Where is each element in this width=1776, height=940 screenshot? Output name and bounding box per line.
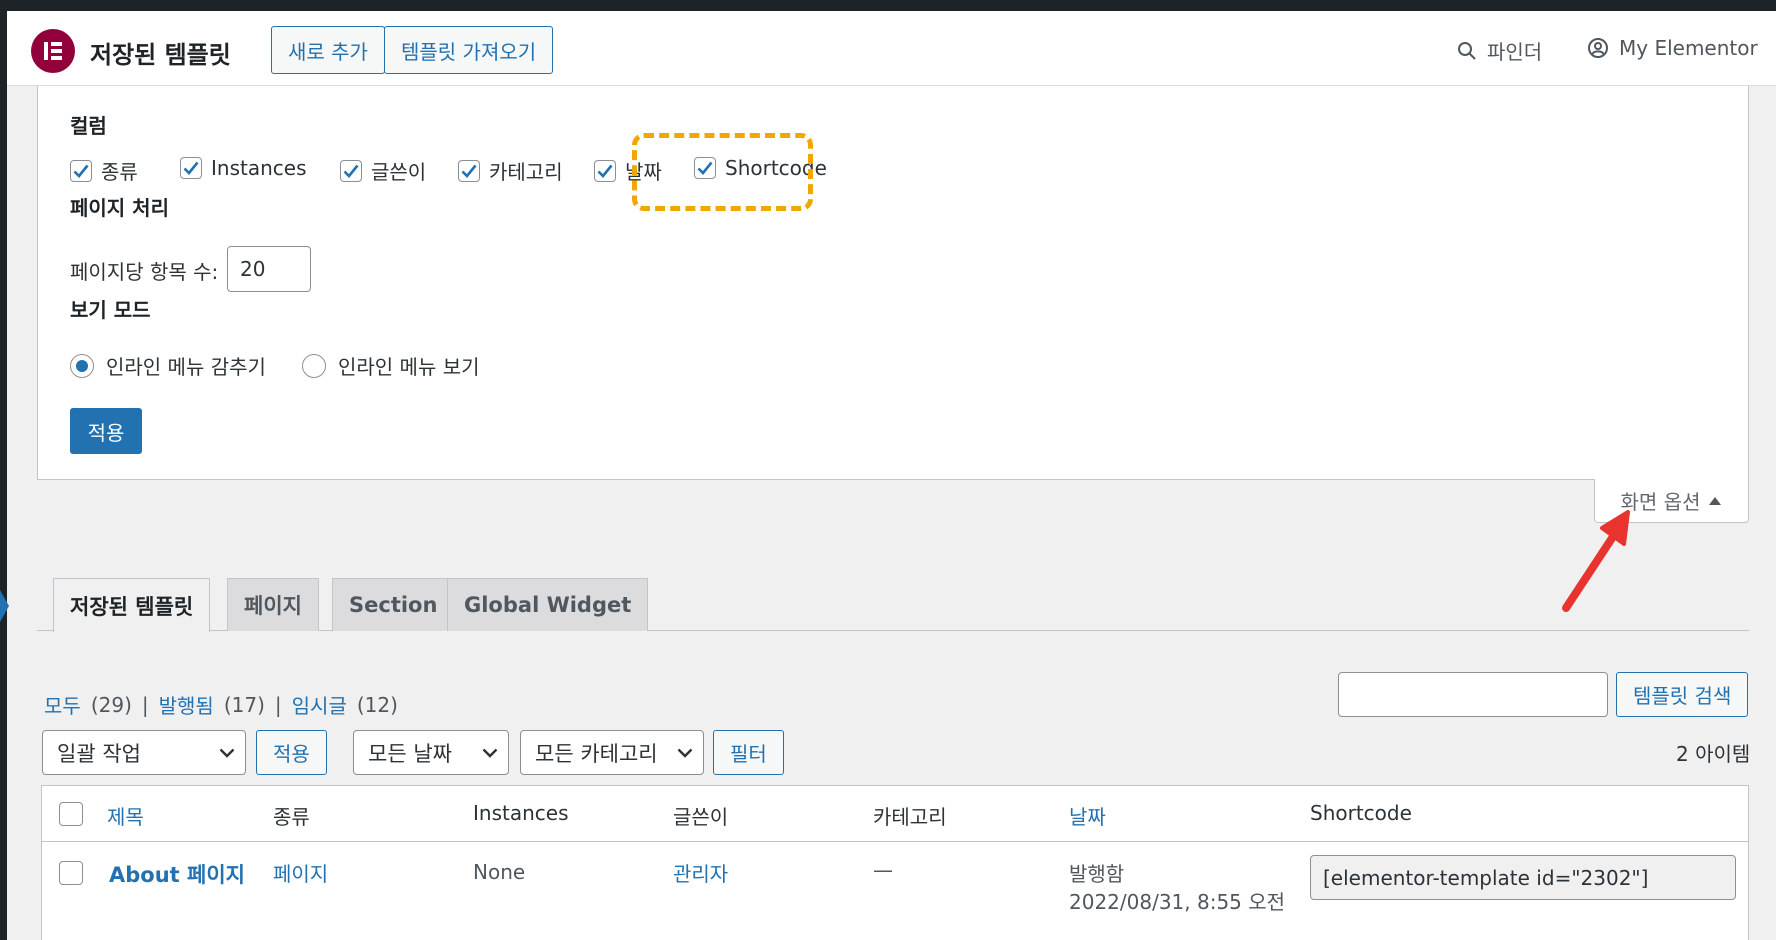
checkbox[interactable] <box>594 159 616 182</box>
my-elementor-label: My Elementor <box>1619 36 1758 60</box>
checkmark-icon <box>343 164 359 178</box>
checkbox[interactable] <box>180 157 202 179</box>
column-toggle-type[interactable]: 종류 <box>70 156 138 185</box>
tab-saved-templates[interactable]: 저장된 템플릿 <box>53 578 211 632</box>
column-header-shortcode: Shortcode <box>1310 801 1412 825</box>
column-header-type: 종류 <box>273 805 310 829</box>
row-shortcode-input[interactable]: [elementor-template id="2302"] <box>1310 855 1736 900</box>
select-all-checkbox[interactable] <box>59 802 83 826</box>
view-mode-hide-inline[interactable]: 인라인 메뉴 감추기 <box>70 351 266 380</box>
per-page-label: 페이지당 항목 수: <box>70 260 219 284</box>
separator: | <box>141 692 149 717</box>
items-count: 2 아이템 <box>1676 742 1751 766</box>
filter-published-link[interactable]: 발행됨 <box>159 690 214 719</box>
row-checkbox[interactable] <box>59 861 83 885</box>
table-header: 제목 종류 Instances 글쓴이 카테고리 날짜 Shortcode <box>42 786 1748 842</box>
finder-link[interactable]: 파인더 <box>1457 36 1542 65</box>
triangle-up-icon <box>1709 496 1722 505</box>
row-type-link[interactable]: 페이지 <box>273 858 328 887</box>
column-toggle-instances[interactable]: Instances <box>180 156 307 180</box>
bulk-action-select[interactable]: 일괄 작업 <box>42 730 246 775</box>
status-filter-links: 모두 (29) | 발행됨 (17) | 임시글 (12) <box>44 690 398 719</box>
elementor-logo-icon <box>31 29 75 73</box>
radio-button[interactable] <box>302 353 326 378</box>
column-header-date[interactable]: 날짜 <box>1069 801 1106 830</box>
per-page-input[interactable]: 20 <box>227 246 311 292</box>
templates-table: 제목 종류 Instances 글쓴이 카테고리 날짜 Shortcode Ab… <box>41 785 1749 940</box>
filter-draft-link[interactable]: 임시글 <box>292 690 347 719</box>
red-arrow-annotation <box>1562 510 1630 612</box>
date-filter-select[interactable]: 모든 날짜 <box>353 730 509 775</box>
column-header-title[interactable]: 제목 <box>107 801 144 830</box>
row-status: 발행함 <box>1069 862 1125 886</box>
add-new-button[interactable]: 새로 추가 <box>271 26 385 74</box>
tab-pages[interactable]: 페이지 <box>227 578 319 631</box>
chevron-down-icon <box>482 748 498 758</box>
column-header-author: 글쓴이 <box>673 805 729 829</box>
published-count: (17) <box>223 692 265 717</box>
screen-options-panel: 컬럼 종류 Instances 글쓴이 카테고리 날짜 Shortcode 페이… <box>37 86 1749 480</box>
row-date: 2022/08/31, 8:55 오전 <box>1069 890 1286 914</box>
column-header-instances: Instances <box>473 801 569 825</box>
row-title-link[interactable]: About 페이지 <box>109 859 245 889</box>
row-author-link[interactable]: 관리자 <box>673 858 728 887</box>
checkbox[interactable] <box>340 159 362 182</box>
tab-global-widget[interactable]: Global Widget <box>447 578 649 631</box>
checkbox[interactable] <box>458 159 480 182</box>
admin-sidebar-edge <box>0 11 7 940</box>
columns-heading: 컬럼 <box>70 114 107 138</box>
checkmark-icon <box>73 164 89 178</box>
chevron-down-icon <box>677 748 693 758</box>
pagination-heading: 페이지 처리 <box>70 196 169 220</box>
tab-section[interactable]: Section <box>332 578 455 631</box>
sidebar-collapse-indicator[interactable] <box>0 590 9 622</box>
column-toggle-category[interactable]: 카테고리 <box>458 156 563 185</box>
screen-options-apply-button[interactable]: 적용 <box>70 408 142 454</box>
draft-count: (12) <box>356 692 398 717</box>
all-count: (29) <box>90 692 132 717</box>
column-toggle-author[interactable]: 글쓴이 <box>340 156 426 185</box>
category-filter-select[interactable]: 모든 카테고리 <box>520 730 704 775</box>
my-elementor-link[interactable]: My Elementor <box>1587 36 1758 60</box>
filter-button[interactable]: 필터 <box>713 730 784 775</box>
radio-button[interactable] <box>70 353 94 378</box>
checkbox[interactable] <box>70 159 92 182</box>
row-instances: None <box>473 860 526 884</box>
checkmark-icon <box>461 164 477 178</box>
finder-label: 파인더 <box>1487 40 1543 64</box>
window-top-strip <box>0 0 1776 11</box>
row-category: — <box>873 858 893 882</box>
elementor-header: 저장된 템플릿 새로 추가 템플릿 가져오기 파인더 My Elementor <box>7 11 1776 86</box>
import-templates-button[interactable]: 템플릿 가져오기 <box>384 26 554 74</box>
user-circle-icon <box>1588 38 1608 58</box>
view-mode-show-inline[interactable]: 인라인 메뉴 보기 <box>302 351 480 380</box>
template-search-button[interactable]: 템플릿 검색 <box>1616 672 1749 717</box>
chevron-down-icon <box>219 748 235 758</box>
checkmark-icon <box>183 161 199 175</box>
search-icon <box>1458 41 1476 60</box>
shortcode-highlight-annotation <box>632 133 813 211</box>
filter-all-link[interactable]: 모두 <box>44 690 81 719</box>
template-search-input[interactable] <box>1338 672 1608 717</box>
view-mode-heading: 보기 모드 <box>70 298 151 322</box>
bulk-apply-button[interactable]: 적용 <box>256 730 327 775</box>
page-title: 저장된 템플릿 <box>90 41 231 69</box>
column-header-category: 카테고리 <box>873 805 947 829</box>
separator: | <box>274 692 282 717</box>
checkmark-icon <box>597 164 613 178</box>
